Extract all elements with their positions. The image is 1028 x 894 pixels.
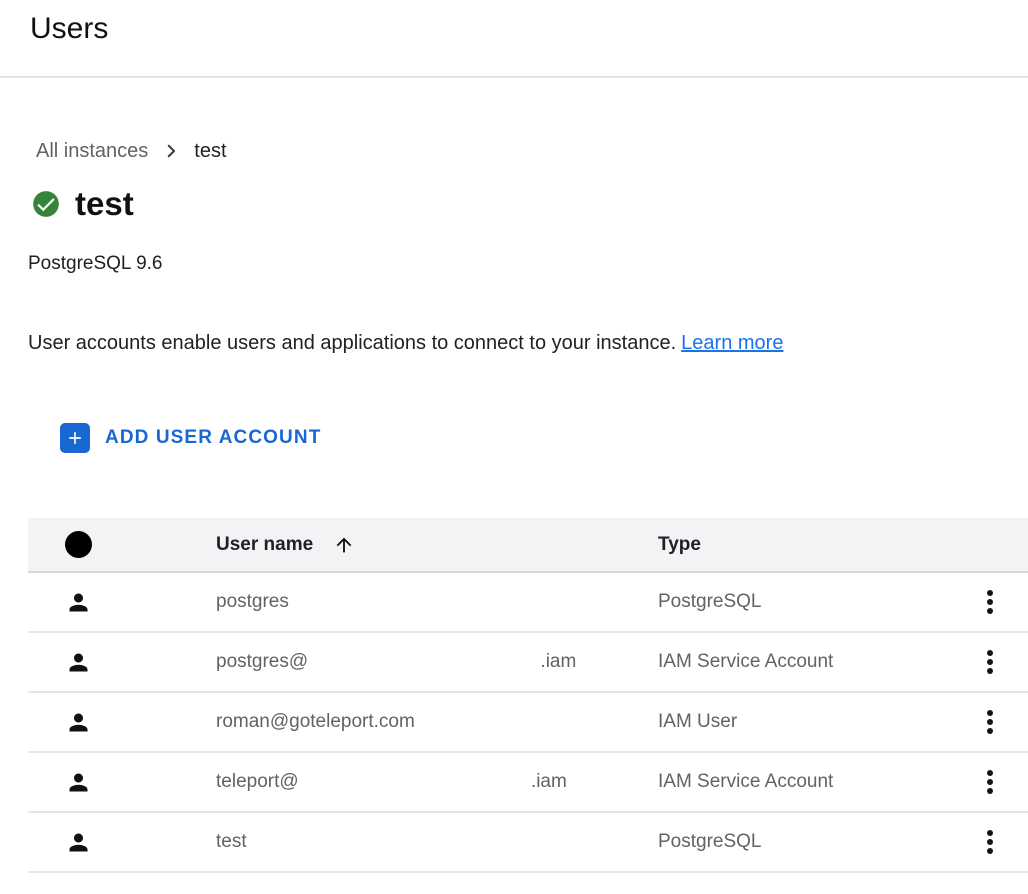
row-menu-button[interactable] <box>983 706 997 738</box>
row-menu-button[interactable] <box>983 826 997 858</box>
avatar-placeholder-icon <box>65 531 92 558</box>
instance-version: PostgreSQL 9.6 <box>28 252 1028 276</box>
user-type-cell: IAM Service Account <box>658 771 952 793</box>
main-content: All instances test test PostgreSQL 9.6 U… <box>0 138 1028 873</box>
row-avatar-cell <box>28 769 216 796</box>
chevron-right-icon <box>162 142 180 160</box>
user-name-cell: postgres <box>216 591 658 613</box>
person-icon <box>65 589 92 616</box>
intro-text: User accounts enable users and applicati… <box>28 332 676 354</box>
users-table: User name Type postgres PostgreSQL postg… <box>28 518 1028 873</box>
table-row: teleport@ .iam IAM Service Account <box>28 753 1028 813</box>
instance-heading: test <box>32 182 1028 226</box>
table-header-row: User name Type <box>28 518 1028 573</box>
add-user-account-button[interactable]: ADD USER ACCOUNT <box>60 422 321 454</box>
column-header-type[interactable]: Type <box>658 534 952 556</box>
user-name-header-label: User name <box>216 534 313 556</box>
person-icon <box>65 709 92 736</box>
person-icon <box>65 829 92 856</box>
page-title: Users <box>30 10 1028 48</box>
row-menu-button[interactable] <box>983 646 997 678</box>
instance-name: test <box>75 182 134 226</box>
table-row: roman@goteleport.com IAM User <box>28 693 1028 753</box>
table-row: postgres@ .iam IAM Service Account <box>28 633 1028 693</box>
intro: User accounts enable users and applicati… <box>28 330 1028 356</box>
page-header: Users <box>0 0 1028 78</box>
row-actions-cell <box>952 826 1028 858</box>
table-row: postgres PostgreSQL <box>28 573 1028 633</box>
header-avatar-cell <box>28 531 216 558</box>
row-actions-cell <box>952 766 1028 798</box>
row-avatar-cell <box>28 709 216 736</box>
row-actions-cell <box>952 586 1028 618</box>
user-type-cell: IAM Service Account <box>658 651 952 673</box>
plus-icon <box>60 423 90 453</box>
row-actions-cell <box>952 706 1028 738</box>
row-avatar-cell <box>28 649 216 676</box>
row-menu-button[interactable] <box>983 766 997 798</box>
row-avatar-cell <box>28 589 216 616</box>
column-header-user-name[interactable]: User name <box>216 534 658 556</box>
breadcrumb-all-instances[interactable]: All instances <box>36 138 148 164</box>
user-name-cell: roman@goteleport.com <box>216 711 658 733</box>
user-type-cell: PostgreSQL <box>658 591 952 613</box>
row-menu-button[interactable] <box>983 586 997 618</box>
row-actions-cell <box>952 646 1028 678</box>
user-name-cell: postgres@ .iam <box>216 651 658 673</box>
table-row: test PostgreSQL <box>28 813 1028 873</box>
status-check-circle-icon <box>32 190 60 218</box>
person-icon <box>65 769 92 796</box>
add-user-account-label: ADD USER ACCOUNT <box>105 427 321 449</box>
learn-more-link[interactable]: Learn more <box>681 332 783 354</box>
sort-ascending-icon <box>333 534 355 556</box>
user-type-cell: IAM User <box>658 711 952 733</box>
breadcrumb-current: test <box>194 138 226 164</box>
user-type-cell: PostgreSQL <box>658 831 952 853</box>
breadcrumb: All instances test <box>36 138 1028 164</box>
user-name-cell: teleport@ .iam <box>216 771 658 793</box>
person-icon <box>65 649 92 676</box>
row-avatar-cell <box>28 829 216 856</box>
user-name-cell: test <box>216 831 658 853</box>
